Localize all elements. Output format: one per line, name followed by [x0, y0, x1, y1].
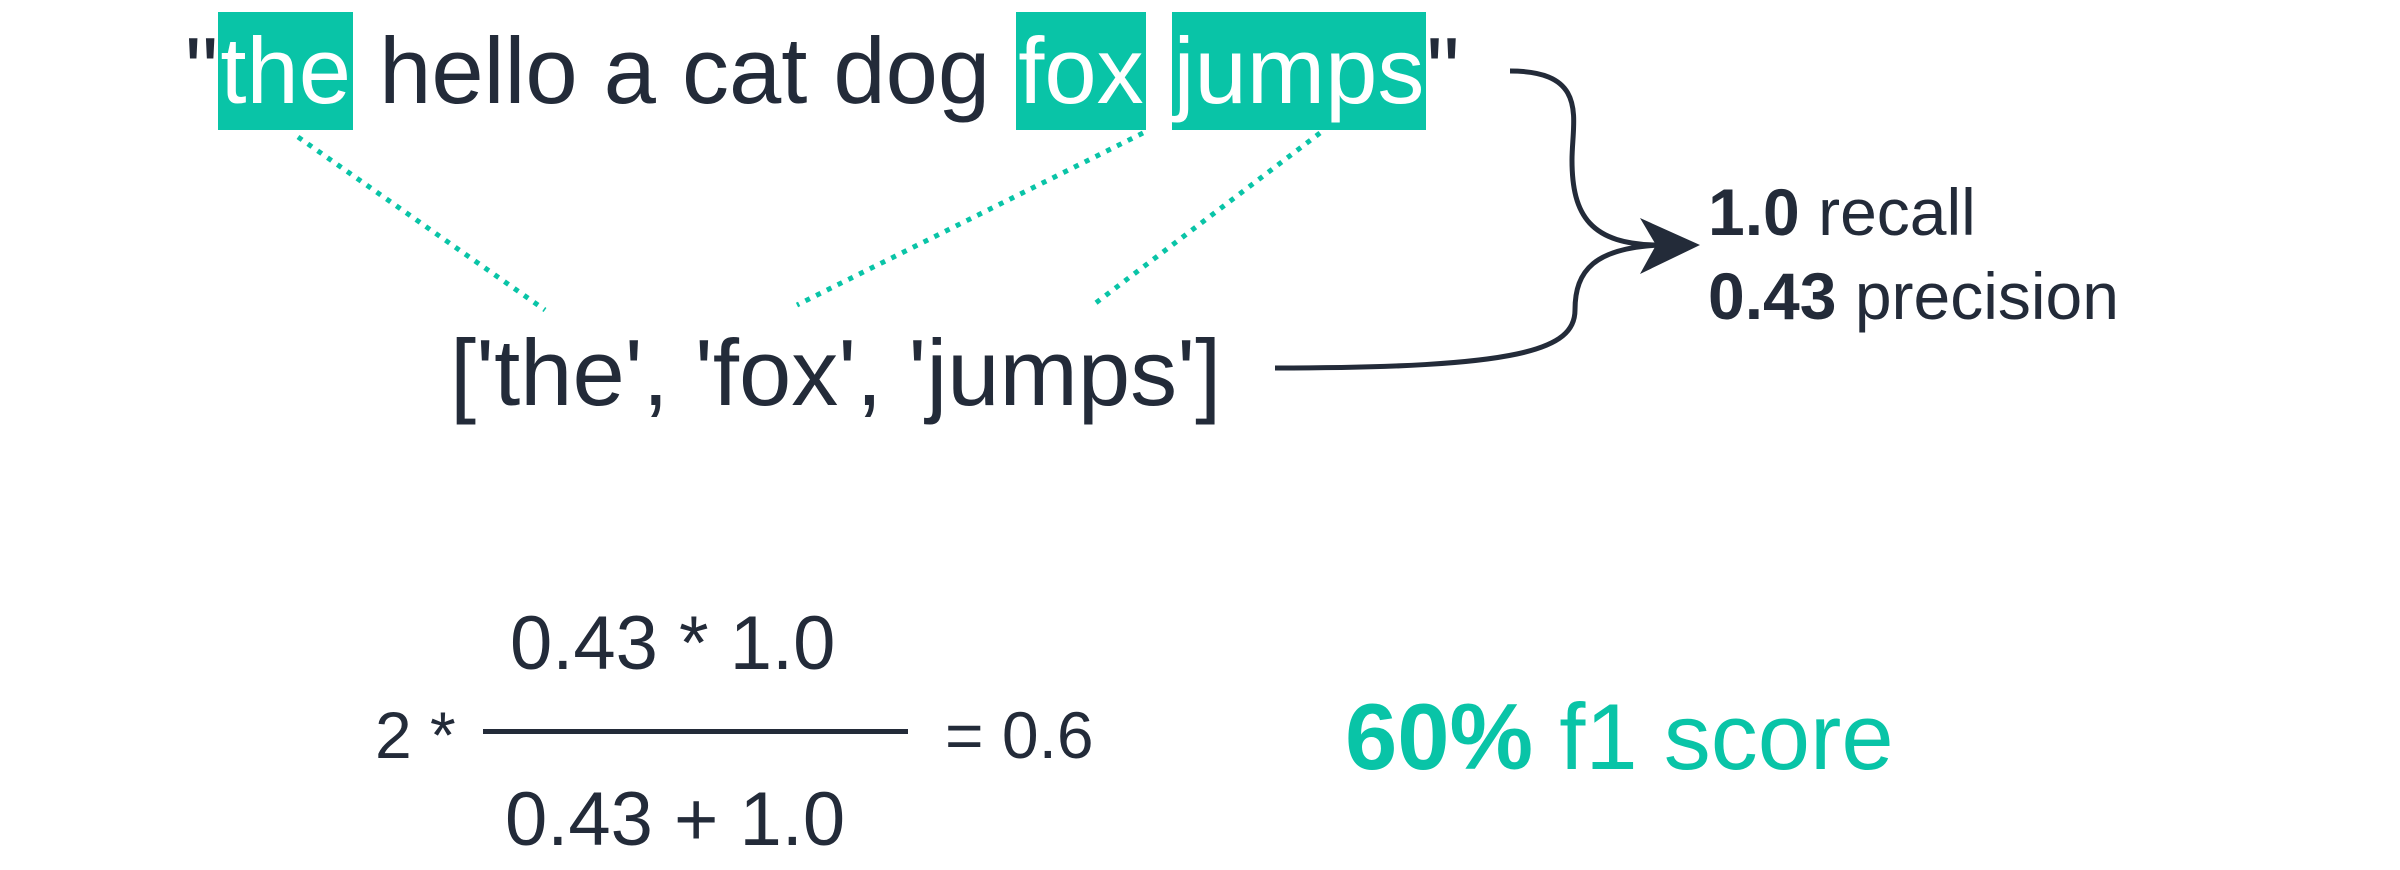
recall-value: 1.0 [1708, 175, 1800, 249]
precision-value: 0.43 [1708, 259, 1837, 333]
sentence-connector-curve [1509, 68, 1661, 248]
formula-result: = 0.6 [945, 698, 1094, 772]
sentence-token: the [218, 12, 354, 130]
sentence-token: hello [379, 18, 578, 123]
connector-layer [296, 68, 1700, 371]
f1-score-diagram: " the hello a cat dog fox jumps " ['the', 'fox',… [0, 0, 2400, 870]
close-quote: " [1426, 18, 1460, 123]
match-line-jumps [1091, 131, 1322, 307]
sentence-token: fox [1016, 12, 1146, 130]
recall-label: recall [1818, 175, 1976, 249]
sentence-token: jumps [1171, 12, 1427, 130]
match-line-the [296, 134, 547, 313]
sentence-token: a [603, 18, 656, 123]
ground-truth-sentence: " the hello a cat dog fox jumps " [185, 12, 1460, 130]
match-line-fox [795, 130, 1145, 308]
f1-score: 60% f1 score [1345, 682, 1894, 792]
recall-metric: 1.0 recall [1708, 172, 1976, 252]
f1-label: f1 score [1559, 684, 1894, 789]
formula-denominator: 0.43 + 1.0 [505, 777, 846, 862]
open-quote: " [185, 18, 219, 123]
fraction-bar [483, 729, 908, 734]
precision-label: precision [1854, 259, 2119, 333]
precision-metric: 0.43 precision [1708, 256, 2119, 336]
formula-factor: 2 * [375, 698, 456, 772]
predicted-tokens: ['the', 'fox', 'jumps'] [450, 320, 1222, 425]
prediction-connector-curve [1274, 242, 1661, 371]
sentence-token: cat [681, 18, 808, 123]
formula-numerator: 0.43 * 1.0 [510, 601, 836, 686]
f1-value: 60% [1345, 684, 1534, 789]
sentence-token: dog [833, 18, 991, 123]
